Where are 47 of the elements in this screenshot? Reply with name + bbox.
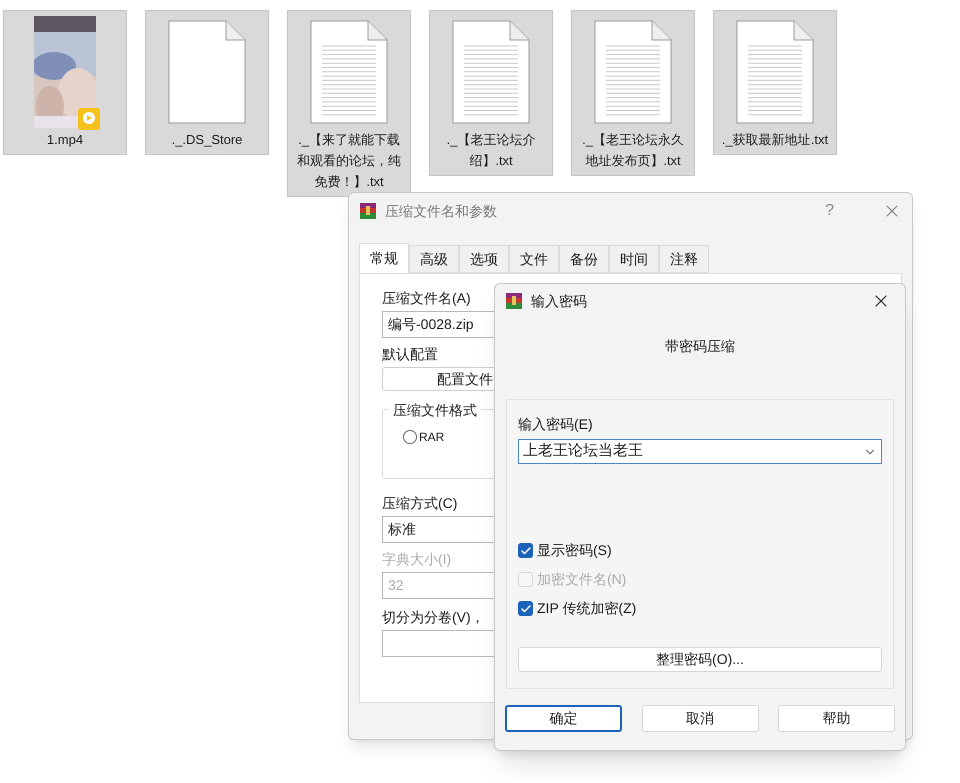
profile-button[interactable]: 配置文件 [382,367,496,391]
archive-app-icon [505,292,523,310]
tab[interactable]: 注释 [659,245,709,273]
tab[interactable]: 备份 [559,245,609,273]
text-file-icon [736,20,814,124]
file-tile[interactable]: ._.DS_Store [145,10,269,155]
file-tile[interactable]: ._获取最新地址.txt [713,10,837,155]
archive-app-icon [359,202,377,220]
dialog-button[interactable]: 取消 [642,705,758,732]
tab[interactable]: 选项 [459,245,509,273]
file-name: ._【老王论坛介绍】.txt [446,131,536,170]
dialog-heading: 带密码压缩 [665,337,735,356]
checkbox[interactable] [518,543,533,558]
tab[interactable]: 常规 [359,243,409,273]
field-label: 输入密码(E) [518,415,594,434]
file-tile[interactable]: ._【老王论坛介绍】.txt [429,10,553,176]
text-file-icon [310,20,388,124]
file-name: ._【来了就能下载和观看的论坛，纯免费！】.txt [296,131,402,191]
file-name: 1.mp4 [46,131,84,149]
field-label: 压缩文件名(A) [382,289,471,308]
text-file-icon [594,20,672,124]
tab[interactable]: 文件 [509,245,559,273]
field-label: 默认配置 [382,345,438,364]
checkbox[interactable] [518,601,533,616]
checkbox-option[interactable]: 显示密码(S) [518,540,882,561]
file-tile[interactable]: ._【老王论坛永久地址发布页】.txt [571,10,695,176]
window-title: 输入密码 [531,292,587,310]
password-combobox[interactable]: 上老王论坛当老王 [518,439,882,464]
file-name: ._【老王论坛永久地址发布页】.txt [581,131,685,170]
tab[interactable]: 时间 [609,245,659,273]
play-badge-icon [78,108,100,130]
file-name: ._.DS_Store [170,131,244,149]
organize-passwords-button[interactable]: 整理密码(O)... [518,647,882,672]
text-file-icon [452,20,530,124]
dialog-button[interactable]: 帮助 [778,705,895,732]
field-label: 压缩方式(C) [382,494,458,513]
radio-option[interactable]: RAR [403,428,444,446]
tab[interactable]: 高级 [409,245,459,273]
file-name: ._获取最新地址.txt [720,131,830,149]
file-tile[interactable]: 1.mp4 [3,10,127,155]
field-label: 切分为分卷(V)， [382,608,485,627]
checkbox-option[interactable]: ZIP 传统加密(Z) [518,598,882,619]
dialog-button[interactable]: 确定 [505,705,622,732]
file-tile[interactable]: ._【来了就能下载和观看的论坛，纯免费！】.txt [287,10,411,197]
blank-file-icon [168,20,246,124]
field-label: 字典大小(I) [382,550,452,569]
window-title: 压缩文件名和参数 [385,202,497,220]
